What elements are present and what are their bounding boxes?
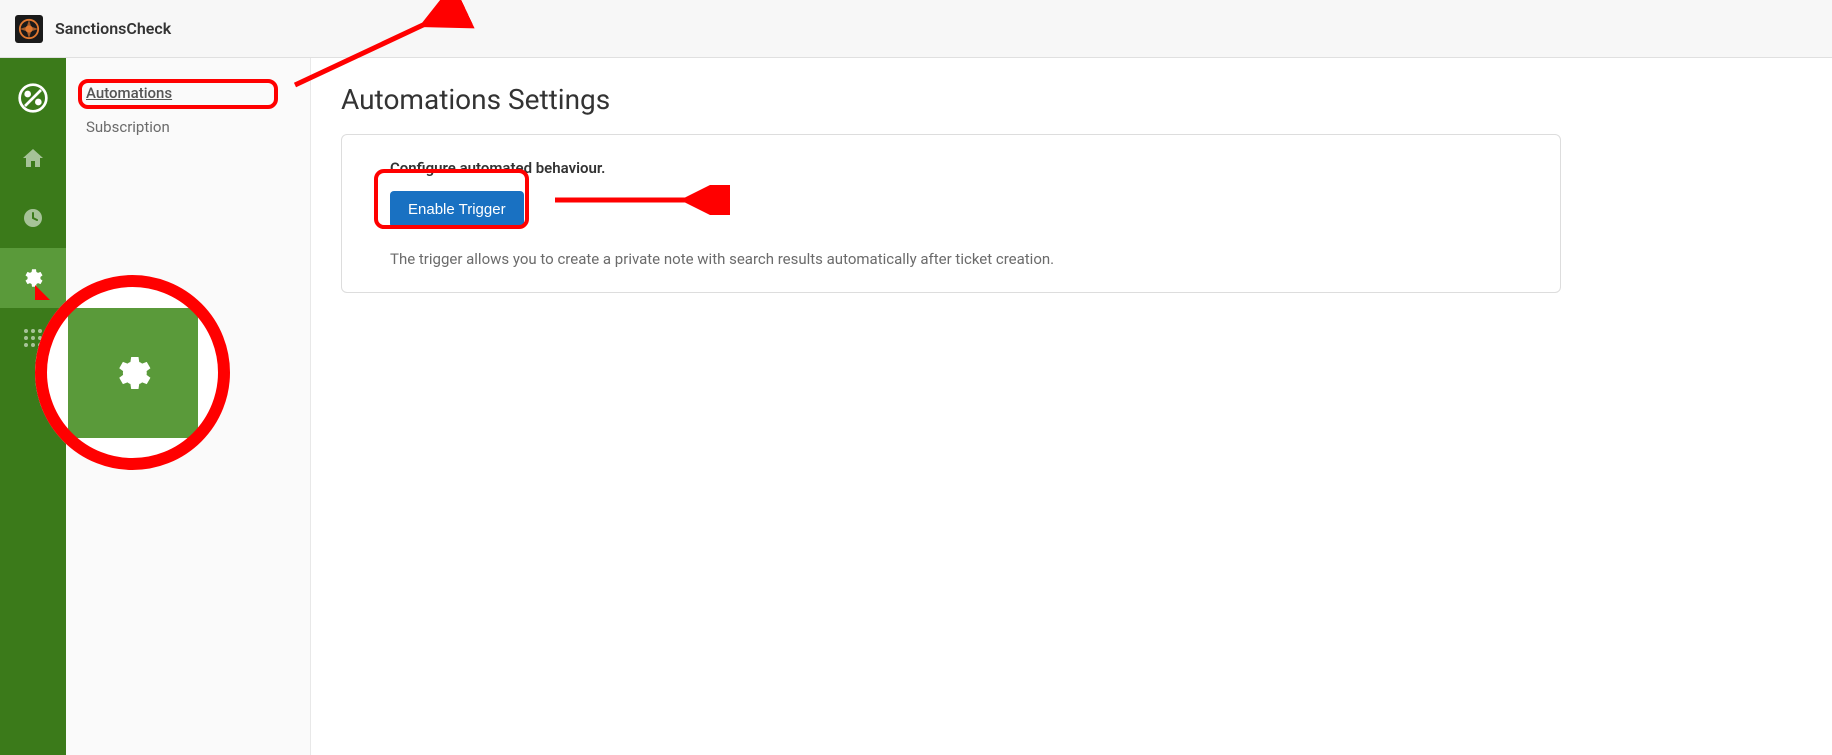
trigger-description: The trigger allows you to create a priva… — [390, 250, 1512, 268]
sidebar-clock[interactable] — [0, 188, 66, 248]
settings-icon-zoomed — [111, 351, 155, 395]
sidebar-home[interactable] — [0, 128, 66, 188]
app-title: SanctionsCheck — [55, 19, 171, 38]
sanctions-icon — [17, 82, 49, 114]
sub-item-subscription[interactable]: Subscription — [66, 110, 310, 144]
enable-trigger-button[interactable]: Enable Trigger — [390, 191, 524, 228]
sub-item-automations[interactable]: Automations — [66, 76, 310, 110]
sidebar-sanctions[interactable] — [0, 68, 66, 128]
sanctions-logo-icon — [18, 18, 40, 40]
main: Automations Settings Configure automated… — [311, 58, 1832, 755]
app-logo — [15, 15, 43, 43]
annotation-zoom-bubble — [35, 275, 230, 470]
clock-icon — [21, 206, 45, 230]
header: SanctionsCheck — [0, 0, 1832, 58]
settings-icon — [21, 266, 45, 290]
settings-panel: Configure automated behaviour. Enable Tr… — [341, 134, 1561, 293]
page-title: Automations Settings — [341, 83, 1802, 116]
home-icon — [21, 146, 45, 170]
sidebar-settings[interactable] — [0, 248, 66, 308]
panel-label: Configure automated behaviour. — [390, 159, 1512, 177]
